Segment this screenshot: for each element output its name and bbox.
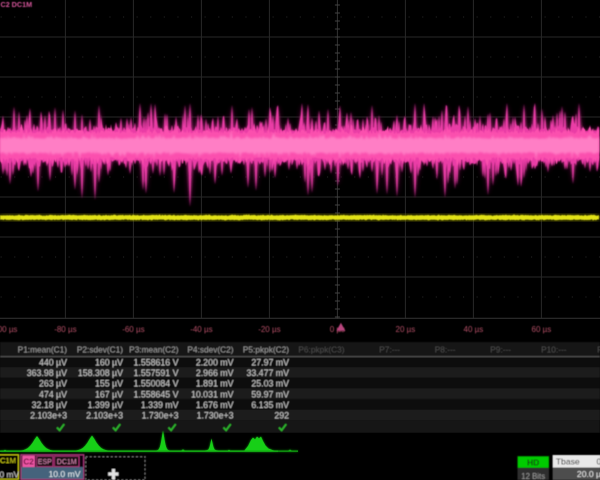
- svg-text:292: 292: [274, 411, 289, 421]
- svg-text:27.97 mV: 27.97 mV: [251, 357, 289, 367]
- svg-text:P5:pkpk(C2): P5:pkpk(C2): [243, 345, 289, 355]
- svg-text:HD: HD: [527, 457, 539, 467]
- svg-text:33.477 mV: 33.477 mV: [246, 368, 289, 378]
- svg-text:155 µV: 155 µV: [95, 379, 123, 389]
- svg-text:P8:---: P8:---: [435, 345, 456, 355]
- svg-text:0 mV: 0 mV: [0, 470, 19, 480]
- svg-text:263 µV: 263 µV: [39, 379, 67, 389]
- svg-text:40 µs: 40 µs: [464, 325, 484, 334]
- svg-text:-80 µs: -80 µs: [54, 325, 76, 334]
- svg-text:158.308 µV: 158.308 µV: [78, 368, 123, 378]
- svg-text:2.103e+3: 2.103e+3: [30, 411, 67, 421]
- svg-text:10.0 mV: 10.0 mV: [48, 469, 80, 479]
- svg-text:C2: C2: [23, 457, 34, 466]
- svg-text:10.031 mV: 10.031 mV: [191, 389, 234, 399]
- svg-text:ESP: ESP: [38, 459, 52, 466]
- svg-text:1.558616 V: 1.558616 V: [133, 357, 178, 367]
- svg-text:P1:mean(C1): P1:mean(C1): [18, 345, 68, 355]
- svg-text:1.891 mV: 1.891 mV: [196, 379, 234, 389]
- svg-text:-100 µs: -100 µs: [0, 325, 17, 334]
- svg-text:25.03 mV: 25.03 mV: [251, 379, 289, 389]
- svg-text:P6:pkpk(C3): P6:pkpk(C3): [298, 345, 344, 355]
- svg-text:1.399 µV: 1.399 µV: [88, 400, 124, 410]
- svg-text:363.98 µV: 363.98 µV: [27, 368, 67, 378]
- svg-text:P3:mean(C2): P3:mean(C2): [129, 345, 179, 355]
- svg-text:2.103e+3: 2.103e+3: [86, 411, 123, 421]
- svg-text:2.966 mV: 2.966 mV: [196, 368, 234, 378]
- svg-text:P2:sdev(C1): P2:sdev(C1): [77, 345, 123, 355]
- svg-text:160 µV: 160 µV: [95, 357, 123, 367]
- svg-text:P4:sdev(C2): P4:sdev(C2): [187, 345, 233, 355]
- svg-text:12 Bits: 12 Bits: [521, 472, 545, 480]
- svg-text:20.0 µ: 20.0 µ: [577, 469, 600, 479]
- svg-text:1.339 mV: 1.339 mV: [141, 400, 179, 410]
- svg-text:1.730e+3: 1.730e+3: [142, 411, 179, 421]
- svg-text:1.557591 V: 1.557591 V: [133, 368, 178, 378]
- svg-text:167 µV: 167 µV: [95, 389, 123, 399]
- svg-text:-20 µs: -20 µs: [258, 325, 280, 334]
- svg-text:1.676 mV: 1.676 mV: [196, 400, 234, 410]
- svg-text:DC1M: DC1M: [0, 456, 16, 465]
- svg-text:1.730e+3: 1.730e+3: [197, 411, 234, 421]
- svg-text:32.18 µV: 32.18 µV: [32, 400, 68, 410]
- svg-text:DC1M: DC1M: [57, 459, 77, 466]
- svg-text:59.97 mV: 59.97 mV: [251, 389, 289, 399]
- svg-text:C2 DC1M: C2 DC1M: [1, 0, 33, 9]
- svg-text:Tbase: Tbase: [556, 457, 580, 467]
- svg-text:6.135 mV: 6.135 mV: [251, 400, 289, 410]
- svg-text:474 µV: 474 µV: [39, 389, 67, 399]
- svg-text:0: 0: [597, 457, 600, 467]
- svg-text:P10:---: P10:---: [541, 345, 567, 355]
- svg-text:60 µs: 60 µs: [532, 325, 552, 334]
- svg-text:-40 µs: -40 µs: [190, 325, 212, 334]
- svg-text:1.558645 V: 1.558645 V: [133, 389, 178, 399]
- svg-text:1.550084 V: 1.550084 V: [133, 379, 178, 389]
- svg-text:P9:---: P9:---: [490, 345, 511, 355]
- svg-text:440 µV: 440 µV: [39, 357, 67, 367]
- svg-text:20 µs: 20 µs: [396, 325, 416, 334]
- svg-text:2.200 mV: 2.200 mV: [196, 357, 234, 367]
- svg-text:P7:---: P7:---: [379, 345, 400, 355]
- svg-text:-60 µs: -60 µs: [122, 325, 144, 334]
